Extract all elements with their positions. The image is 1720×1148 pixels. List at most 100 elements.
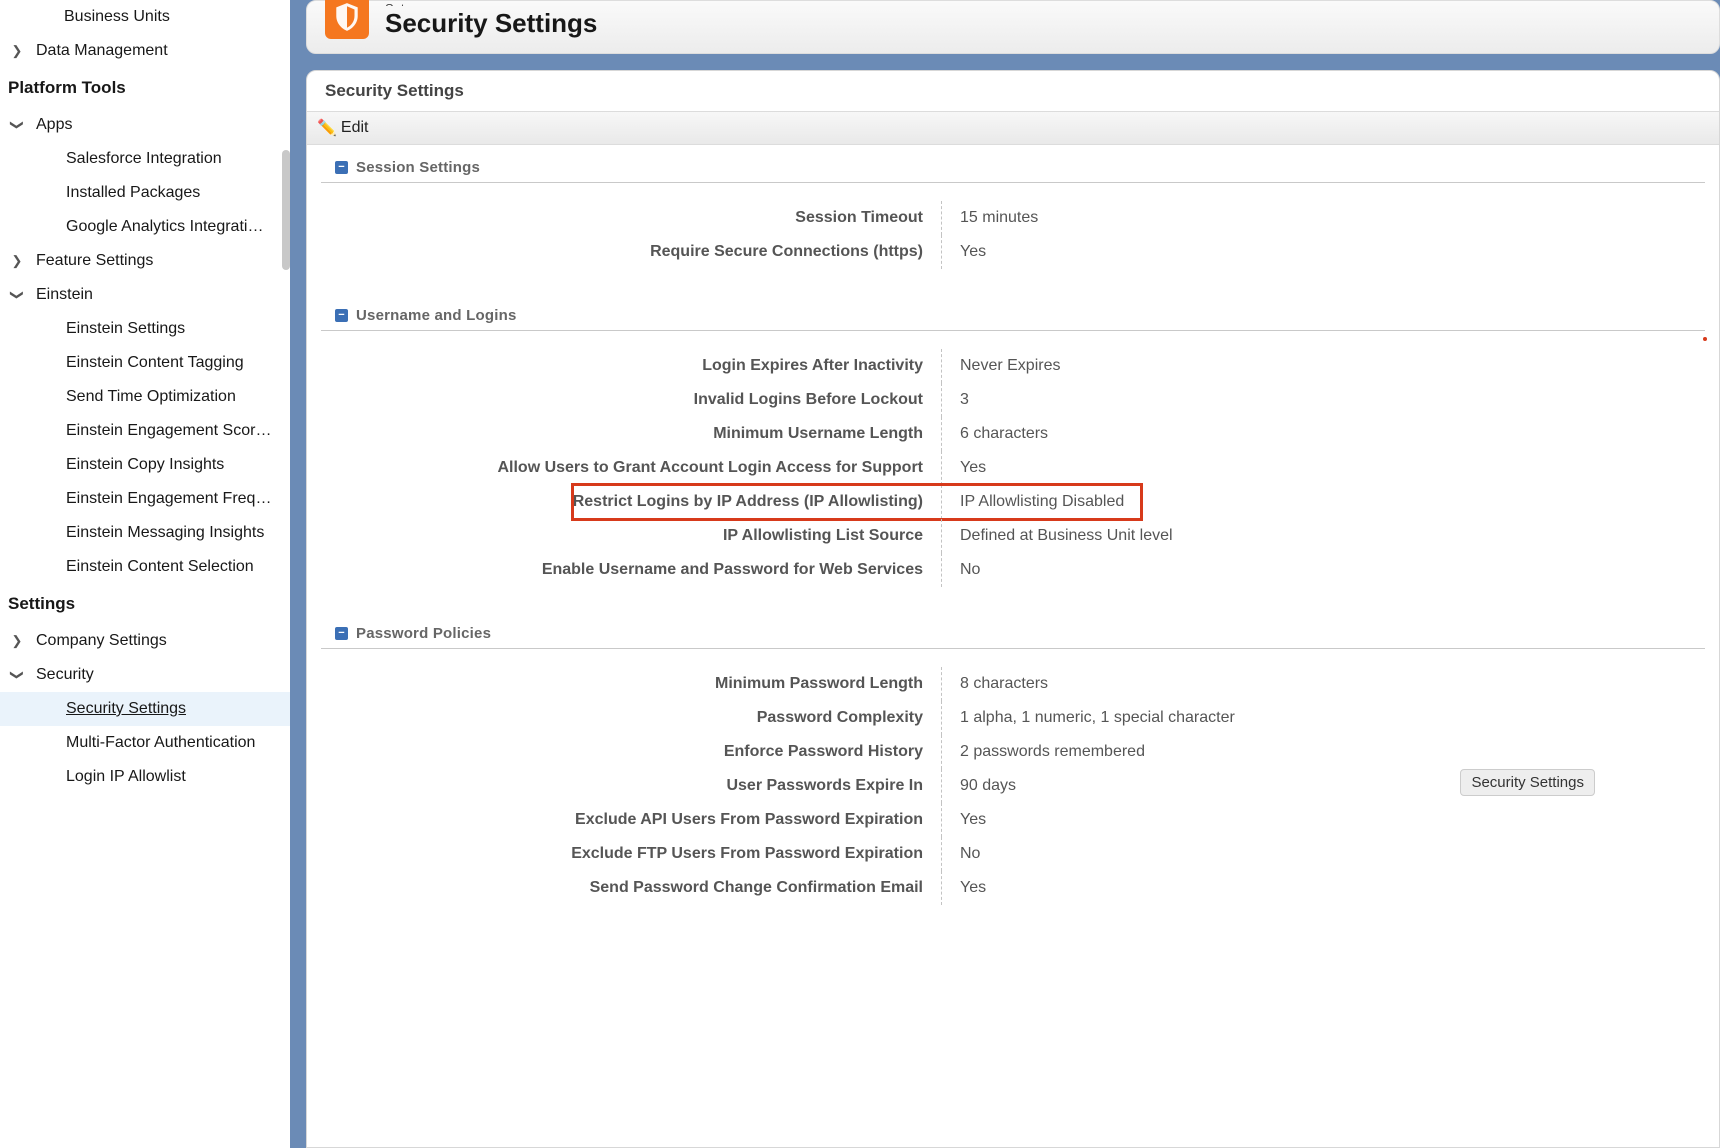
login-settings-table: Login Expires After Inactivity Never Exp… — [307, 331, 1719, 611]
pencil-icon: ✏️ — [317, 118, 337, 138]
row-min-pwd-length: Minimum Password Length 8 characters — [321, 667, 1705, 701]
row-ip-allowlisting: Restrict Logins by IP Address (IP Allowl… — [321, 485, 1705, 519]
chevron-right-icon: ❯ — [8, 633, 26, 649]
field-label: Exclude FTP Users From Password Expirati… — [321, 845, 941, 863]
section-title: Session Settings — [356, 159, 480, 176]
chevron-down-icon: ❯ — [9, 666, 25, 684]
sidebar-section-platform-tools: Platform Tools — [0, 68, 290, 108]
field-value: Yes — [942, 459, 1705, 477]
section-header-password: − Password Policies — [321, 615, 1705, 649]
field-value: Defined at Business Unit level — [942, 527, 1705, 545]
edit-button[interactable]: Edit — [341, 119, 369, 137]
sidebar-item-send-time-optimization[interactable]: Send Time Optimization — [0, 380, 290, 414]
row-session-timeout: Session Timeout 15 minutes — [321, 201, 1705, 235]
page-title: Security Settings — [385, 8, 597, 39]
shield-icon — [325, 0, 369, 39]
collapse-icon[interactable]: − — [335, 309, 348, 322]
header-band: Setup Security Settings — [290, 0, 1720, 70]
sidebar-item-login-ip-allowlist[interactable]: Login IP Allowlist — [0, 760, 290, 794]
sidebar-item-installed-packages[interactable]: Installed Packages — [0, 176, 290, 210]
chevron-down-icon: ❯ — [9, 116, 25, 134]
row-exclude-ftp: Exclude FTP Users From Password Expirati… — [321, 837, 1705, 871]
sidebar-item-einstein-copy-insights[interactable]: Einstein Copy Insights — [0, 448, 290, 482]
collapse-icon[interactable]: − — [335, 161, 348, 174]
sidebar-item-label: Business Units — [64, 8, 170, 26]
field-label: Login Expires After Inactivity — [321, 357, 941, 375]
indicator-dot-icon — [1703, 337, 1707, 341]
sidebar-item-apps[interactable]: ❯ Apps — [0, 108, 290, 142]
field-label: User Passwords Expire In — [321, 777, 941, 795]
section-header-session: − Session Settings — [321, 149, 1705, 183]
sidebar-item-business-units[interactable]: Business Units — [0, 0, 290, 34]
field-label: Enforce Password History — [321, 743, 941, 761]
tooltip: Security Settings — [1460, 769, 1595, 796]
field-value: Yes — [942, 243, 1705, 261]
section-title: Password Policies — [356, 625, 491, 642]
field-value: No — [942, 561, 1705, 579]
sidebar-item-data-management[interactable]: ❯ Data Management — [0, 34, 290, 68]
sidebar-item-einstein[interactable]: ❯ Einstein — [0, 278, 290, 312]
field-label: Require Secure Connections (https) — [321, 243, 941, 261]
field-value: Never Expires — [942, 357, 1705, 375]
sidebar-item-label: Einstein — [36, 286, 93, 304]
sidebar-item-einstein-content-tagging[interactable]: Einstein Content Tagging — [0, 346, 290, 380]
sidebar-item-einstein-messaging-insights[interactable]: Einstein Messaging Insights — [0, 516, 290, 550]
row-pwd-history: Enforce Password History 2 passwords rem… — [321, 735, 1705, 769]
sidebar-item-einstein-engagement-scoring[interactable]: Einstein Engagement Scor… — [0, 414, 290, 448]
row-min-username: Minimum Username Length 6 characters — [321, 417, 1705, 451]
chevron-right-icon: ❯ — [8, 43, 26, 59]
field-label: Send Password Change Confirmation Email — [321, 879, 941, 897]
field-value: Yes — [942, 879, 1705, 897]
sidebar-item-label: Security — [36, 666, 94, 684]
field-label: Minimum Username Length — [321, 425, 941, 443]
main-content: Setup Security Settings Security Setting… — [290, 0, 1720, 1148]
sidebar-section-settings: Settings — [0, 584, 290, 624]
sidebar-item-mfa[interactable]: Multi-Factor Authentication — [0, 726, 290, 760]
sidebar: Business Units ❯ Data Management Platfor… — [0, 0, 290, 1148]
sidebar-item-einstein-content-selection[interactable]: Einstein Content Selection — [0, 550, 290, 584]
password-policies-table: Minimum Password Length 8 characters Pas… — [307, 649, 1719, 929]
row-grant-access: Allow Users to Grant Account Login Acces… — [321, 451, 1705, 485]
section-header-logins: − Username and Logins — [321, 297, 1705, 331]
field-label: Exclude API Users From Password Expirati… — [321, 811, 941, 829]
field-value: 2 passwords remembered — [942, 743, 1705, 761]
collapse-icon[interactable]: − — [335, 627, 348, 640]
row-pwd-expire: User Passwords Expire In 90 days Securit… — [321, 769, 1705, 803]
sidebar-item-google-analytics[interactable]: Google Analytics Integrati… — [0, 210, 290, 244]
field-value: No — [942, 845, 1705, 863]
sidebar-item-security-settings[interactable]: Security Settings — [0, 692, 290, 726]
session-settings-table: Session Timeout 15 minutes Require Secur… — [307, 183, 1719, 293]
sidebar-item-feature-settings[interactable]: ❯ Feature Settings — [0, 244, 290, 278]
field-label: Enable Username and Password for Web Ser… — [321, 561, 941, 579]
row-require-https: Require Secure Connections (https) Yes — [321, 235, 1705, 269]
sidebar-item-security[interactable]: ❯ Security — [0, 658, 290, 692]
chevron-down-icon: ❯ — [9, 286, 25, 304]
section-title: Username and Logins — [356, 307, 517, 324]
field-label: Allow Users to Grant Account Login Acces… — [321, 459, 941, 477]
sidebar-item-company-settings[interactable]: ❯ Company Settings — [0, 624, 290, 658]
chevron-right-icon: ❯ — [8, 253, 26, 269]
row-invalid-logins: Invalid Logins Before Lockout 3 — [321, 383, 1705, 417]
card-title: Security Settings — [307, 71, 1719, 111]
row-login-expires: Login Expires After Inactivity Never Exp… — [321, 349, 1705, 383]
field-value: 8 characters — [942, 675, 1705, 693]
sidebar-item-einstein-engagement-frequency[interactable]: Einstein Engagement Freq… — [0, 482, 290, 516]
field-value: 15 minutes — [942, 209, 1705, 227]
field-label: IP Allowlisting List Source — [321, 527, 941, 545]
page-header: Setup Security Settings — [306, 0, 1720, 54]
field-value: 1 alpha, 1 numeric, 1 special character — [942, 709, 1705, 727]
row-web-services-auth: Enable Username and Password for Web Ser… — [321, 553, 1705, 587]
sidebar-item-label: Data Management — [36, 42, 168, 60]
field-label: Invalid Logins Before Lockout — [321, 391, 941, 409]
sidebar-item-einstein-settings[interactable]: Einstein Settings — [0, 312, 290, 346]
row-pwd-change-email: Send Password Change Confirmation Email … — [321, 871, 1705, 905]
row-exclude-api: Exclude API Users From Password Expirati… — [321, 803, 1705, 837]
row-pwd-complexity: Password Complexity 1 alpha, 1 numeric, … — [321, 701, 1705, 735]
field-label: Minimum Password Length — [321, 675, 941, 693]
field-label: Session Timeout — [321, 209, 941, 227]
field-value: 3 — [942, 391, 1705, 409]
field-label: Password Complexity — [321, 709, 941, 727]
sidebar-item-salesforce-integration[interactable]: Salesforce Integration — [0, 142, 290, 176]
content-card: Security Settings ✏️ Edit − Session Sett… — [306, 70, 1720, 1148]
sidebar-scrollbar[interactable] — [282, 0, 290, 260]
